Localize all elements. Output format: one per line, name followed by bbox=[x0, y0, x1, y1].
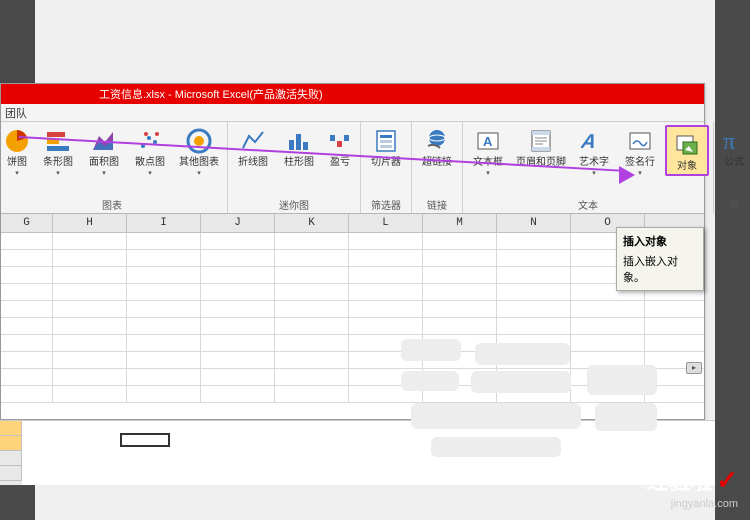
chevron-down-icon: ▾ bbox=[197, 169, 201, 177]
textbox-button[interactable]: A 文本框 ▾ bbox=[467, 125, 509, 177]
row-header-area bbox=[0, 421, 22, 485]
col-head-m[interactable]: M bbox=[423, 214, 497, 232]
bar-chart-button[interactable]: 条形图 ▾ bbox=[37, 125, 79, 177]
watermark-redaction bbox=[401, 339, 681, 459]
scroll-right-button[interactable]: ▸ bbox=[686, 362, 702, 374]
group-links: 超链接 链接 bbox=[412, 122, 463, 213]
other-charts-button[interactable]: 其他图表 ▾ bbox=[175, 125, 223, 177]
group-filter: 切片器 筛选器 bbox=[361, 122, 412, 213]
sparkline-column-button[interactable]: 柱形图 bbox=[278, 125, 320, 168]
chevron-down-icon: ▾ bbox=[15, 169, 19, 177]
chevron-down-icon: ▾ bbox=[148, 169, 152, 177]
equation-icon: π bbox=[720, 127, 748, 155]
slicer-icon bbox=[372, 127, 400, 155]
area-chart-button[interactable]: 面积图 ▾ bbox=[83, 125, 125, 177]
tooltip-title: 插入对象 bbox=[623, 233, 697, 249]
watermark-logo: 经验啦 ✓ jingyanla.com bbox=[646, 464, 738, 510]
col-head-h[interactable]: H bbox=[53, 214, 127, 232]
textbox-icon: A bbox=[474, 127, 502, 155]
object-button[interactable]: 对象 bbox=[669, 129, 705, 172]
col-head-i[interactable]: I bbox=[127, 214, 201, 232]
cell-selection bbox=[120, 433, 170, 447]
object-highlight: 对象 bbox=[665, 125, 709, 176]
watermark-brand: 经验啦 bbox=[646, 464, 712, 496]
group-charts: 饼图 ▾ 条形图 ▾ 面积图 ▾ bbox=[1, 122, 228, 213]
other-charts-icon bbox=[185, 127, 213, 155]
equation-button[interactable]: π 公式 bbox=[718, 125, 750, 168]
header-footer-icon bbox=[527, 127, 555, 155]
ribbon-tab-bar: 团队 bbox=[1, 104, 704, 122]
chevron-down-icon: ▾ bbox=[486, 169, 490, 177]
signature-icon bbox=[626, 127, 654, 155]
window-title: 工资信息.xlsx - Microsoft Excel(产品激活失败) bbox=[99, 86, 323, 102]
group-symbols: π 公式 符 bbox=[714, 122, 750, 213]
chevron-down-icon: ▾ bbox=[638, 169, 642, 177]
scatter-chart-icon bbox=[136, 127, 164, 155]
col-head-g[interactable]: G bbox=[1, 214, 53, 232]
chevron-down-icon: ▾ bbox=[102, 169, 106, 177]
group-sparklines: 折线图 柱形图 盈亏 迷你图 bbox=[228, 122, 361, 213]
svg-text:π: π bbox=[723, 129, 735, 155]
title-bar: 工资信息.xlsx - Microsoft Excel(产品激活失败) bbox=[1, 84, 704, 104]
tab-team[interactable]: 团队 bbox=[5, 105, 27, 121]
sparkline-winloss-icon bbox=[326, 127, 354, 155]
hyperlink-icon bbox=[423, 127, 451, 155]
ribbon: 饼图 ▾ 条形图 ▾ 面积图 ▾ bbox=[1, 122, 704, 214]
chevron-down-icon: ▾ bbox=[56, 169, 60, 177]
col-head-l[interactable]: L bbox=[349, 214, 423, 232]
slicer-button[interactable]: 切片器 bbox=[365, 125, 407, 168]
col-head-j[interactable]: J bbox=[201, 214, 275, 232]
sparkline-winloss-button[interactable]: 盈亏 bbox=[324, 125, 356, 168]
pie-chart-button[interactable]: 饼图 ▾ bbox=[1, 125, 33, 177]
col-head-n[interactable]: N bbox=[497, 214, 571, 232]
tooltip-body: 插入嵌入对象。 bbox=[623, 256, 678, 284]
col-head-k[interactable]: K bbox=[275, 214, 349, 232]
column-header-row: G H I J K L M N O bbox=[1, 214, 704, 233]
watermark-url: jingyanla.com bbox=[646, 498, 738, 510]
annotation-arrow-head bbox=[619, 166, 635, 184]
svg-text:A: A bbox=[483, 134, 493, 149]
bar-chart-icon bbox=[44, 127, 72, 155]
svg-text:A: A bbox=[581, 131, 598, 153]
pie-chart-icon bbox=[3, 127, 31, 155]
wordart-icon: A bbox=[580, 127, 608, 155]
excel-window: 工资信息.xlsx - Microsoft Excel(产品激活失败) 团队 饼… bbox=[0, 83, 705, 420]
scatter-chart-button[interactable]: 散点图 ▾ bbox=[129, 125, 171, 177]
sparkline-line-button[interactable]: 折线图 bbox=[232, 125, 274, 168]
checkmark-icon: ✓ bbox=[716, 465, 738, 496]
object-icon bbox=[673, 131, 701, 159]
object-tooltip: 插入对象 插入嵌入对象。 bbox=[616, 227, 704, 291]
header-footer-button[interactable]: 页眉和页脚 bbox=[513, 125, 569, 168]
